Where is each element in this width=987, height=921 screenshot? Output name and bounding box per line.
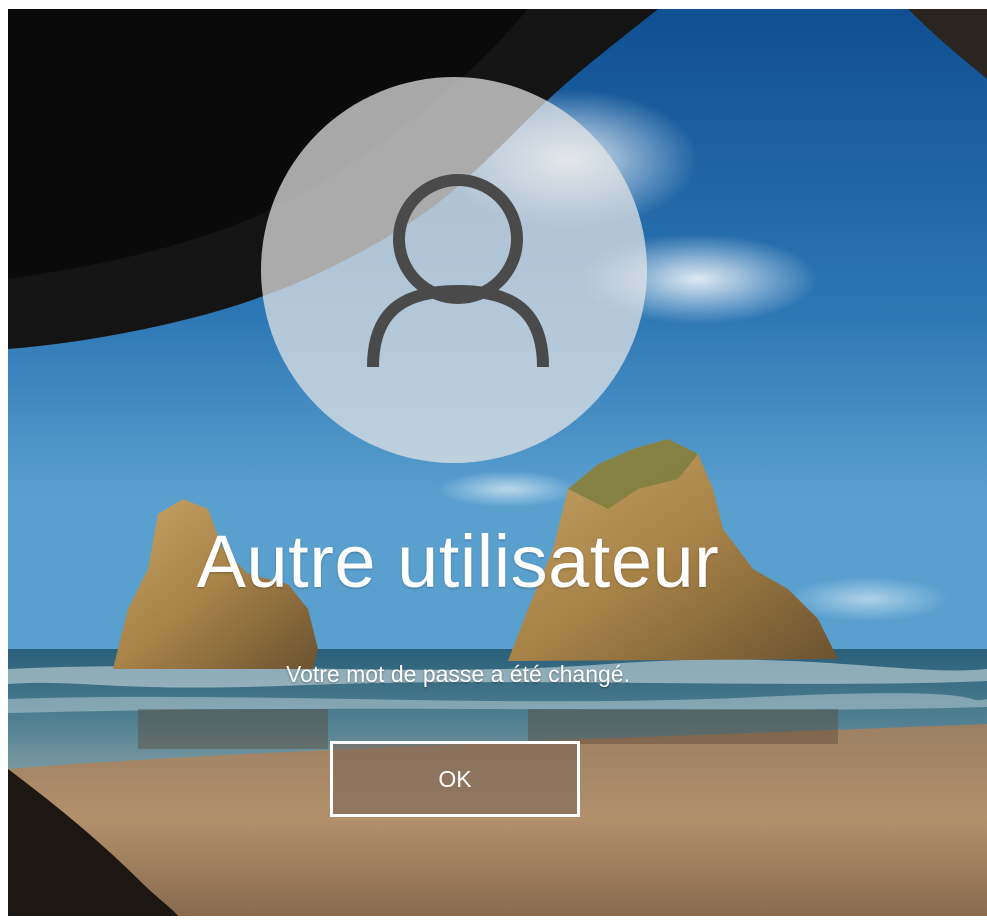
ok-button[interactable]: OK [330, 741, 580, 817]
user-silhouette-icon [367, 174, 549, 368]
user-name: Autre utilisateur [196, 520, 720, 603]
lock-screen: Autre utilisateur Votre mot de passe a é… [8, 9, 987, 916]
user-avatar [261, 77, 647, 463]
status-message: Votre mot de passe a été changé. [286, 661, 630, 687]
